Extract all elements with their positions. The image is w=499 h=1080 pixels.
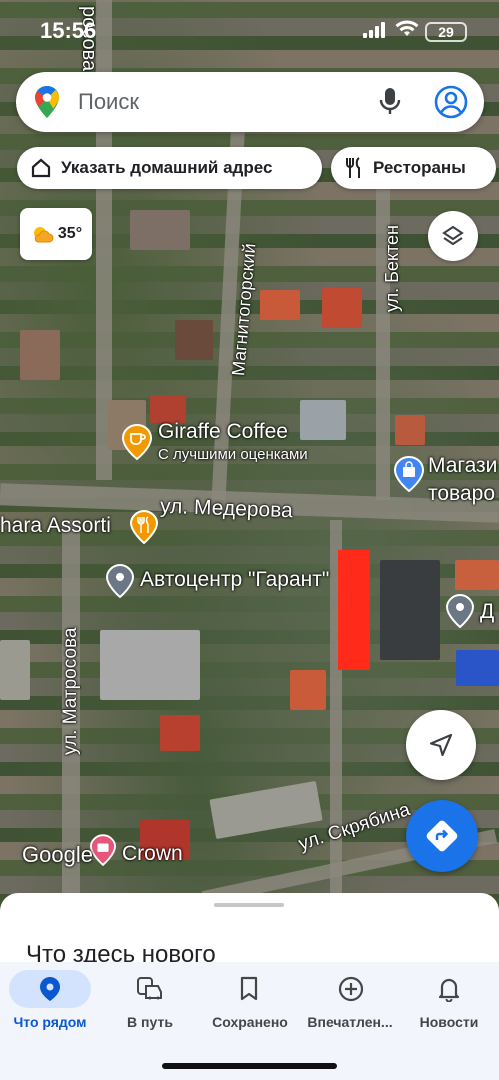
chip-label: Указать домашний адрес: [61, 158, 273, 177]
status-bar: 15:56 29: [0, 0, 499, 60]
restaurant-pin-icon: [130, 510, 158, 544]
poi-d[interactable]: Д: [446, 594, 499, 634]
chip-restaurants[interactable]: Рестораны: [331, 147, 496, 189]
street-label-matrosova: ул. Матросова: [60, 627, 81, 755]
directions-button[interactable]: [406, 800, 478, 872]
poi-giraffe-coffee[interactable]: Giraffe Coffee С лучшими оценками: [122, 420, 362, 470]
restaurant-icon: [346, 157, 360, 178]
battery-indicator: 29: [425, 22, 467, 42]
bell-icon: [438, 978, 460, 1002]
place-pin-icon: [106, 564, 134, 598]
location-pin-icon: [40, 977, 60, 1001]
coffee-pin-icon: [122, 424, 152, 460]
poi-avtocentr-garant[interactable]: Автоцентр "Гарант": [106, 562, 346, 602]
poi-name: hara Assorti: [0, 514, 111, 537]
nav-label: В путь: [127, 1014, 173, 1030]
nav-item-saved[interactable]: Сохранено: [200, 966, 300, 1036]
nav-label: Впечатлен...: [307, 1014, 393, 1030]
street-label-mederova: ул. Медерова: [159, 494, 294, 523]
weather-temperature: 35°: [57, 225, 83, 242]
home-icon: [31, 158, 51, 178]
nav-item-commute[interactable]: В путь: [100, 966, 200, 1036]
bookmark-icon: [240, 976, 258, 1001]
nav-label: Что рядом: [13, 1014, 87, 1030]
account-icon[interactable]: [434, 85, 468, 119]
place-pin-icon: [446, 594, 474, 628]
wifi-icon: [395, 20, 419, 36]
nav-label: Новости: [419, 1014, 479, 1030]
poi-hara-assorti[interactable]: hara Assorti: [0, 510, 160, 550]
cellular-signal-icon: [363, 22, 385, 38]
sheet-drag-handle[interactable]: [214, 903, 284, 907]
my-location-button[interactable]: [406, 710, 476, 780]
add-circle-icon: [338, 976, 364, 1002]
weather-badge[interactable]: 35°: [20, 208, 92, 260]
poi-name: Автоцентр "Гарант": [140, 568, 330, 591]
partly-sunny-icon: [33, 227, 54, 243]
street-label-bekten: ул. Бектен: [382, 224, 402, 312]
chip-home-address[interactable]: Указать домашний адрес: [17, 147, 322, 189]
poi-name: Магази: [428, 454, 498, 477]
nav-label: Сохранено: [212, 1014, 288, 1030]
chip-label: Рестораны: [373, 158, 466, 177]
google-maps-logo-icon: [35, 86, 59, 118]
layers-button[interactable]: [428, 211, 478, 261]
navigation-arrow-icon: [429, 733, 453, 757]
search-input[interactable]: Поиск: [78, 89, 139, 115]
red-highlight-marker: [338, 550, 370, 670]
poi-crown[interactable]: Crown: [90, 832, 200, 872]
poi-name-line2: товаро: [428, 482, 496, 505]
shopping-pin-icon: [394, 456, 424, 492]
google-watermark: Google: [22, 842, 93, 867]
home-indicator[interactable]: [162, 1063, 337, 1069]
microphone-icon[interactable]: [378, 86, 402, 116]
poi-name: Д: [480, 600, 495, 623]
nav-item-nearby[interactable]: Что рядом: [0, 966, 100, 1036]
status-time: 15:56: [40, 18, 97, 43]
poi-name: Giraffe Coffee: [158, 420, 288, 443]
layers-icon: [442, 225, 464, 246]
search-bar[interactable]: Поиск: [16, 72, 484, 132]
nav-item-contribute[interactable]: Впечатлен...: [300, 966, 400, 1036]
shopping-pin-icon: [90, 834, 116, 866]
poi-name: Crown: [122, 842, 183, 865]
commute-icon: [137, 977, 162, 1000]
directions-icon: [426, 820, 458, 852]
poi-magazin[interactable]: Магази товаро: [394, 452, 499, 512]
poi-subtitle: С лучшими оценками: [158, 446, 308, 463]
bottom-sheet[interactable]: Что здесь нового: [0, 893, 499, 973]
nav-item-updates[interactable]: Новости: [399, 966, 499, 1036]
